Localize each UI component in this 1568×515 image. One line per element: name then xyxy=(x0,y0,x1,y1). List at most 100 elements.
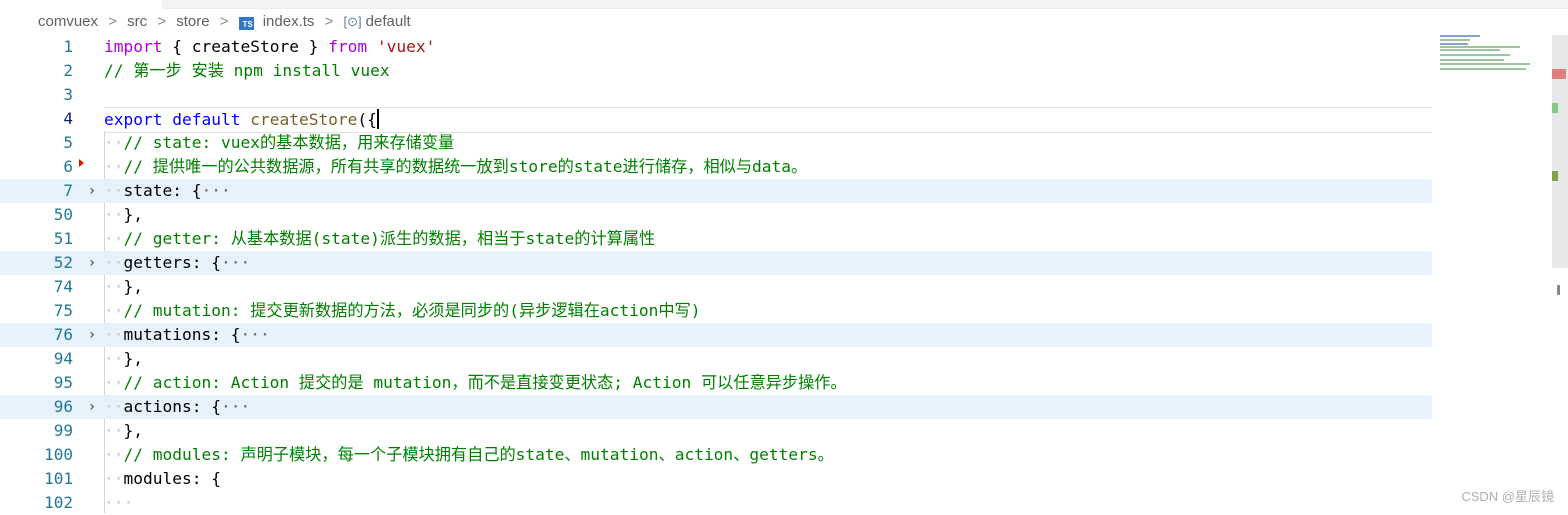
comment-text: // modules: 声明子模块，每一个子模块拥有自己的state、mutat… xyxy=(123,445,834,464)
code-text[interactable]: ··}, xyxy=(104,203,1432,227)
chevron-right-icon[interactable]: › xyxy=(84,323,100,347)
code-line-folded[interactable]: 52 › ··getters: {··· xyxy=(0,251,1432,275)
code-line[interactable]: 95 ··// action: Action 提交的是 mutation，而不是… xyxy=(0,371,1432,395)
minimap[interactable] xyxy=(1432,35,1552,75)
comment-text: // 提供唯一的公共数据源，所有共享的数据统一放到store的state进行储存… xyxy=(123,157,808,176)
comment-text[interactable]: // 第一步 安装 npm install vuex xyxy=(104,59,1432,83)
fold-ellipsis[interactable]: ··· xyxy=(221,397,250,416)
code-line[interactable]: 51 ··// getter: 从基本数据(state)派生的数据，相当于sta… xyxy=(0,227,1432,251)
minimap-line xyxy=(1440,35,1480,37)
code-text[interactable]: export default createStore({ xyxy=(104,107,1432,133)
code-fragment: mutations: { xyxy=(123,325,241,344)
chevron-right-icon: > xyxy=(108,13,117,30)
code-text[interactable]: ··// modules: 声明子模块，每一个子模块拥有自己的state、mut… xyxy=(104,443,1432,467)
chevron-right-icon[interactable]: › xyxy=(84,395,100,419)
code-text[interactable] xyxy=(104,83,1432,107)
code-line-folded[interactable]: 96 › ··actions: {··· xyxy=(0,395,1432,419)
fold-ellipsis[interactable]: ··· xyxy=(221,253,250,272)
code-line[interactable]: 100 ··// modules: 声明子模块，每一个子模块拥有自己的state… xyxy=(0,443,1432,467)
comment-text: // action: Action 提交的是 mutation，而不是直接变更状… xyxy=(123,373,847,392)
line-number: 95 xyxy=(53,373,73,392)
breadcrumb-item-file[interactable]: index.ts xyxy=(263,13,315,30)
code-line[interactable]: 101 ··modules: { xyxy=(0,467,1432,491)
code-fragment: getters: { xyxy=(123,253,221,272)
code-text[interactable]: ··mutations: {··· xyxy=(104,323,1432,347)
minimap-line xyxy=(1440,49,1500,51)
token-brace: { xyxy=(162,37,192,56)
code-text[interactable]: ··}, xyxy=(104,419,1432,443)
line-number: 3 xyxy=(63,85,73,104)
code-line[interactable]: 75 ··// mutation: 提交更新数据的方法，必须是同步的(异步逻辑在… xyxy=(0,299,1432,323)
comment-text: // state: vuex的基本数据，用来存储变量 xyxy=(123,133,455,152)
line-number: 94 xyxy=(53,349,73,368)
code-text[interactable]: ··// 提供唯一的公共数据源，所有共享的数据统一放到store的state进行… xyxy=(104,155,1432,179)
tab-strip xyxy=(162,0,1568,9)
line-number: 74 xyxy=(53,277,73,296)
code-text[interactable]: ··actions: {··· xyxy=(104,395,1432,419)
code-editor[interactable]: 1 import { createStore } from 'vuex' 2 /… xyxy=(0,35,1432,513)
code-text[interactable]: ··modules: { xyxy=(104,467,1432,491)
code-line[interactable]: 74 ··}, xyxy=(0,275,1432,299)
code-text[interactable]: ··· xyxy=(104,491,1432,515)
code-fragment: modules: { xyxy=(123,469,221,488)
code-text[interactable]: ··}, xyxy=(104,347,1432,371)
code-line[interactable]: 102 ··· xyxy=(0,491,1432,515)
token-export: export xyxy=(104,110,163,129)
code-fragment: state: { xyxy=(123,181,202,200)
breadcrumb-item-symbol[interactable]: default xyxy=(366,13,411,30)
code-line-active[interactable]: 4 export default createStore({ xyxy=(0,107,1432,133)
chevron-right-icon[interactable]: › xyxy=(84,251,100,275)
chevron-right-icon[interactable]: › xyxy=(84,179,100,203)
comment-text: // getter: 从基本数据(state)派生的数据，相当于state的计算… xyxy=(123,229,656,248)
breadcrumb-item-src[interactable]: src xyxy=(127,13,147,30)
code-text[interactable]: ··}, xyxy=(104,275,1432,299)
code-text[interactable]: import { createStore } from 'vuex' xyxy=(104,35,1432,59)
token-createStore: createStore xyxy=(250,110,358,129)
overview-marker xyxy=(1552,171,1558,181)
fold-ellipsis[interactable]: ··· xyxy=(201,181,230,200)
code-text[interactable]: ··state: {··· xyxy=(104,179,1432,203)
line-number: 51 xyxy=(53,229,73,248)
code-line[interactable]: 6 ··// 提供唯一的公共数据源，所有共享的数据统一放到store的state… xyxy=(0,155,1432,179)
text-cursor xyxy=(376,109,379,129)
code-line[interactable]: 94 ··}, xyxy=(0,347,1432,371)
code-line[interactable]: 2 // 第一步 安装 npm install vuex xyxy=(0,59,1432,83)
code-text[interactable]: ··// action: Action 提交的是 mutation，而不是直接变… xyxy=(104,371,1432,395)
breadcrumb-item-store[interactable]: store xyxy=(176,13,209,30)
code-text[interactable]: ··getters: {··· xyxy=(104,251,1432,275)
symbol-variable-icon: [⊙] xyxy=(343,14,362,29)
code-line-folded[interactable]: 76 › ··mutations: {··· xyxy=(0,323,1432,347)
code-fragment: }, xyxy=(123,349,144,368)
minimap-line xyxy=(1440,46,1520,48)
token-import: import xyxy=(104,37,163,56)
code-line[interactable]: 50 ··}, xyxy=(0,203,1432,227)
code-line[interactable]: 3 xyxy=(0,83,1432,107)
breadcrumb-item-comvuex[interactable]: comvuex xyxy=(38,13,98,30)
chevron-right-icon: > xyxy=(219,13,229,30)
code-fragment: actions: { xyxy=(123,397,221,416)
fold-ellipsis[interactable]: ··· xyxy=(240,325,269,344)
token-string: 'vuex' xyxy=(376,37,436,56)
line-number: 4 xyxy=(63,109,73,128)
comment-text: // mutation: 提交更新数据的方法，必须是同步的(异步逻辑在actio… xyxy=(123,301,701,320)
token-createStore: createStore xyxy=(191,37,299,56)
minimap-line xyxy=(1440,63,1530,65)
breadcrumb: comvuex > src > store > TS index.ts > [⊙]… xyxy=(0,10,411,34)
scrollbar-thumb[interactable] xyxy=(1557,285,1560,295)
code-line[interactable]: 5 ··// state: vuex的基本数据，用来存储变量 xyxy=(0,131,1432,155)
token-paren: ({ xyxy=(357,110,377,129)
minimap-line xyxy=(1440,54,1510,56)
code-text[interactable]: ··// getter: 从基本数据(state)派生的数据，相当于state的… xyxy=(104,227,1432,251)
minimap-line xyxy=(1440,68,1526,70)
code-text[interactable]: ··// state: vuex的基本数据，用来存储变量 xyxy=(104,131,1432,155)
line-number: 2 xyxy=(63,61,73,80)
minimap-line xyxy=(1440,43,1468,45)
code-line-folded[interactable]: 7 › ··state: {··· xyxy=(0,179,1432,203)
line-number: 96 xyxy=(53,397,73,416)
code-line[interactable]: 99 ··}, xyxy=(0,419,1432,443)
line-number: 50 xyxy=(53,205,73,224)
overview-marker xyxy=(1552,69,1566,79)
code-line[interactable]: 1 import { createStore } from 'vuex' xyxy=(0,35,1432,59)
overview-ruler[interactable] xyxy=(1552,35,1568,268)
code-text[interactable]: ··// mutation: 提交更新数据的方法，必须是同步的(异步逻辑在act… xyxy=(104,299,1432,323)
